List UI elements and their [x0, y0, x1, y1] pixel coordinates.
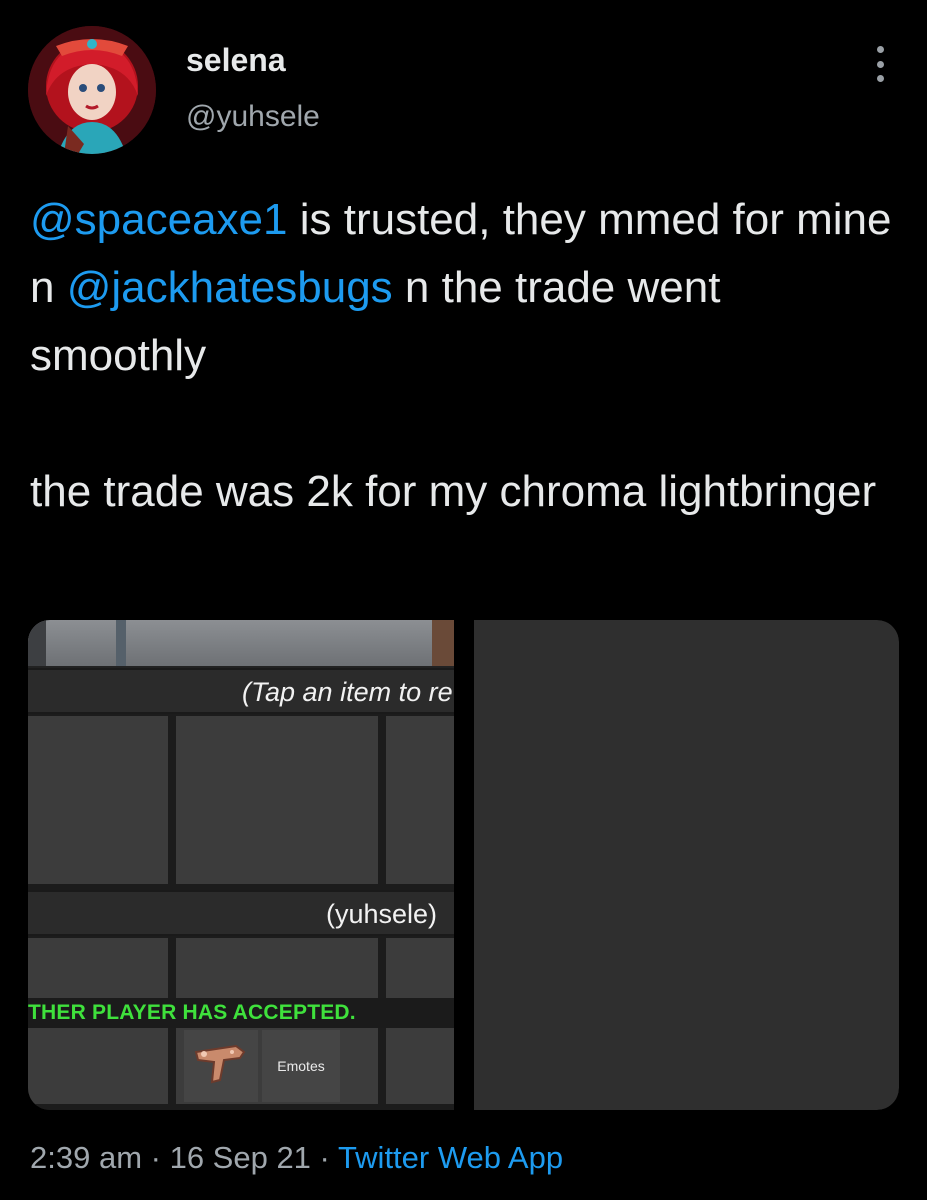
accepted-banner: THER PLAYER HAS ACCEPTED. [28, 998, 454, 1028]
author-handle[interactable]: @yuhsele [186, 100, 320, 134]
separator: · [142, 1140, 170, 1175]
media-image-trade-screenshot[interactable]: (Tap an item to re (yuhsele) THER PLAYER… [28, 620, 454, 1110]
gun-item-icon[interactable] [184, 1030, 258, 1102]
trade-slot[interactable] [384, 714, 454, 886]
player-label: (yuhsele) [326, 899, 438, 929]
tweet-paragraph-2: the trade was 2k for my chroma lightbrin… [30, 467, 877, 516]
tweet-time[interactable]: 2:39 am [30, 1140, 142, 1175]
more-options-icon[interactable] [866, 46, 894, 82]
source-app-link[interactable]: Twitter Web App [338, 1140, 563, 1175]
profile-avatar[interactable] [28, 26, 156, 154]
accepted-text: THER PLAYER HAS ACCEPTED. [28, 1001, 356, 1024]
trade-slot[interactable] [174, 714, 380, 886]
tweet-metadata: 2:39 am · 16 Sep 21 · Twitter Web App [30, 1140, 563, 1176]
dot [876, 60, 884, 68]
tweet-date[interactable]: 16 Sep 21 [170, 1140, 311, 1175]
author-display-name[interactable]: selena [186, 42, 286, 79]
game-scene-background [28, 620, 454, 666]
player-label-bar: (yuhsele) [28, 890, 454, 936]
trade-hint-bar: (Tap an item to re [28, 668, 454, 714]
emotes-button[interactable]: Emotes [262, 1030, 340, 1102]
tweet-text: @spaceaxe1 is trusted, they mmed for min… [30, 186, 900, 526]
avatar-illustration [28, 26, 156, 154]
dot [876, 46, 884, 53]
mention-link[interactable]: @jackhatesbugs [67, 263, 393, 312]
media-gallery[interactable]: (Tap an item to re (yuhsele) THER PLAYER… [28, 620, 899, 1110]
separator: · [310, 1140, 338, 1175]
dot [876, 75, 884, 82]
mention-link[interactable]: @spaceaxe1 [30, 195, 288, 244]
tweet-paragraph-1: @spaceaxe1 is trusted, they mmed for min… [30, 186, 900, 390]
trade-slot[interactable] [28, 714, 170, 886]
media-image-hidden[interactable] [474, 620, 899, 1110]
trade-hint-text: (Tap an item to re [242, 677, 453, 707]
